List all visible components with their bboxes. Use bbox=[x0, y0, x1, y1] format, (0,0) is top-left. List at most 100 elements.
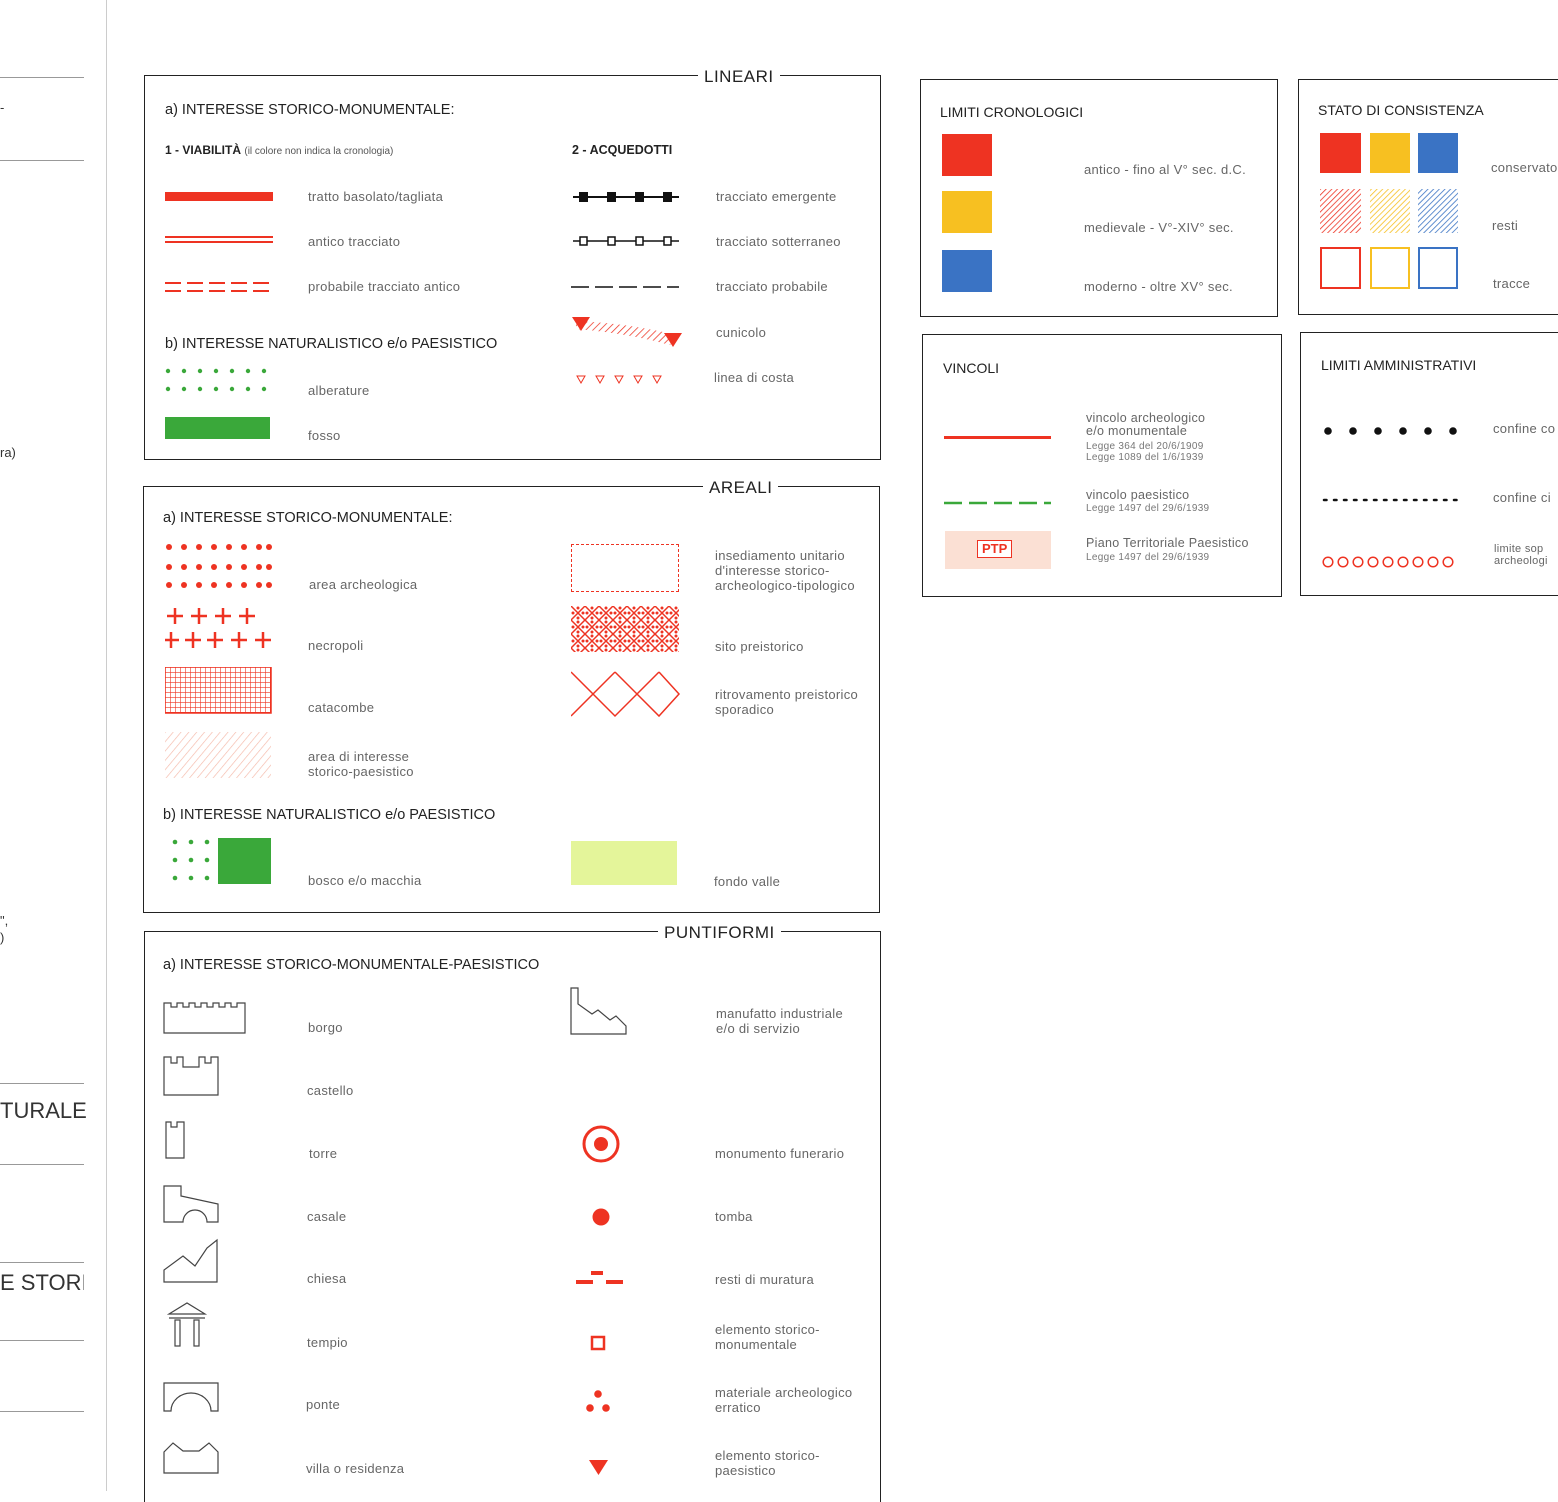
puntiformi-a-heading: a) INTERESSE STORICO-MONUMENTALE-PAESIST… bbox=[163, 957, 540, 973]
left-heading: TURALE bbox=[0, 1098, 87, 1123]
left-divider bbox=[106, 0, 107, 1491]
amministrativi-label: confine co bbox=[1493, 421, 1556, 436]
puntiformi-label: resti di muratura bbox=[715, 1272, 815, 1287]
tomba-icon bbox=[591, 1207, 611, 1227]
lineari-panel bbox=[144, 75, 881, 460]
monumento-funerario-icon bbox=[581, 1124, 621, 1164]
areali-a-heading: a) INTERESSE STORICO-MONUMENTALE: bbox=[163, 510, 453, 526]
ritrovamento-preistorico-symbol bbox=[571, 670, 681, 718]
left-rule bbox=[0, 1411, 84, 1412]
acquedotti-label: linea di costa bbox=[714, 370, 795, 385]
acquedotti-label: cunicolo bbox=[716, 325, 767, 340]
catacombe-symbol bbox=[165, 667, 273, 715]
left-rule bbox=[0, 1340, 84, 1341]
puntiformi-label: chiesa bbox=[307, 1271, 347, 1286]
sito-preistorico-symbol bbox=[571, 606, 681, 654]
acquedotti-label: tracciato emergente bbox=[716, 189, 837, 204]
chiesa-icon bbox=[163, 1238, 223, 1284]
vincolo-sub-label: Legge 1497 del 29/6/1939 bbox=[1086, 552, 1210, 563]
left-fragment: ) bbox=[0, 930, 5, 945]
lineari-b-heading: b) INTERESSE NATURALISTICO e/o PAESISTIC… bbox=[165, 336, 498, 352]
viabilita-label: antico tracciato bbox=[308, 234, 401, 249]
bosco-macchia-symbol bbox=[165, 836, 273, 886]
casale-icon bbox=[163, 1184, 223, 1224]
left-rule bbox=[0, 1083, 84, 1084]
tracce-blue-swatch bbox=[1418, 247, 1458, 289]
tracce-yellow-swatch bbox=[1370, 247, 1410, 289]
tracce-red-swatch bbox=[1320, 247, 1361, 289]
moderno-swatch bbox=[942, 250, 992, 292]
vincoli-title: VINCOLI bbox=[943, 360, 1000, 376]
lineari-title: LINEARI bbox=[698, 67, 780, 87]
acquedotti-label: tracciato sotterraneo bbox=[716, 234, 841, 249]
antico-swatch bbox=[942, 134, 992, 176]
resti-swatches bbox=[1320, 189, 1460, 235]
fondo-valle-symbol bbox=[571, 841, 677, 885]
area-storico-paesistico-symbol bbox=[165, 732, 273, 778]
tracciato-probabile-symbol bbox=[571, 284, 681, 290]
vincolo-main-label: vincolo archeologico e/o monumentale bbox=[1086, 411, 1206, 438]
tracciato-sotterraneo-symbol bbox=[573, 234, 683, 248]
puntiformi-label: casale bbox=[307, 1209, 347, 1224]
conservato-blue-swatch bbox=[1418, 133, 1458, 173]
areali-title: AREALI bbox=[703, 478, 779, 498]
ptp-swatch: PTP bbox=[945, 531, 1051, 569]
vincolo-archeologico-line bbox=[944, 436, 1051, 439]
puntiformi-label: manufatto industriale e/o di servizio bbox=[716, 1006, 843, 1036]
stato-consistenza-title: STATO DI CONSISTENZA bbox=[1318, 102, 1484, 118]
materiale-archeologico-icon bbox=[585, 1389, 613, 1415]
ponte-icon bbox=[163, 1381, 221, 1413]
puntiformi-label: elemento storico- paesistico bbox=[715, 1448, 820, 1478]
areali-label: bosco e/o macchia bbox=[308, 873, 422, 888]
viabilita-label: tratto basolato/tagliata bbox=[308, 189, 444, 204]
puntiformi-title: PUNTIFORMI bbox=[658, 923, 781, 943]
areali-label: area di interesse storico-paesistico bbox=[308, 749, 414, 779]
conservato-yellow-swatch bbox=[1370, 133, 1410, 173]
cunicolo-symbol bbox=[572, 315, 684, 347]
cronologico-label: medievale - V°-XIV° sec. bbox=[1084, 220, 1234, 235]
borgo-icon bbox=[163, 999, 249, 1035]
elemento-storico-monumentale-icon bbox=[590, 1335, 608, 1353]
puntiformi-label: tomba bbox=[715, 1209, 753, 1224]
areali-label: ritrovamento preistorico sporadico bbox=[715, 687, 859, 717]
left-rule bbox=[0, 1262, 84, 1263]
cronologico-label: antico - fino al V° sec. d.C. bbox=[1084, 162, 1247, 177]
limite-soprintendenza-symbol bbox=[1321, 555, 1461, 569]
acquedotti-label: tracciato probabile bbox=[716, 279, 828, 294]
areali-label: fondo valle bbox=[714, 874, 781, 889]
left-rule bbox=[0, 1164, 84, 1165]
puntiformi-label: villa o residenza bbox=[306, 1461, 405, 1476]
cronologico-label: moderno - oltre XV° sec. bbox=[1084, 279, 1233, 294]
left-rule bbox=[0, 77, 84, 78]
puntiformi-label: materiale archeologico erratico bbox=[715, 1385, 853, 1415]
naturalistico-label: alberature bbox=[308, 383, 370, 398]
limiti-cronologici-title: LIMITI CRONOLOGICI bbox=[940, 104, 1084, 120]
insediamento-unitario-symbol bbox=[571, 544, 679, 592]
left-fragment: ra) bbox=[0, 445, 16, 460]
areali-label: insediamento unitario d'interesse storic… bbox=[715, 548, 855, 593]
vincolo-sub-label: Legge 1497 del 29/6/1939 bbox=[1086, 503, 1210, 514]
left-fragment: ", bbox=[0, 913, 9, 928]
viabilita-heading: 1 - VIABILITÀ (il colore non indica la c… bbox=[165, 143, 394, 157]
torre-icon bbox=[165, 1120, 189, 1160]
conservato-red-swatch bbox=[1320, 133, 1361, 173]
areali-label: sito preistorico bbox=[715, 639, 804, 654]
castello-icon bbox=[163, 1053, 221, 1097]
areali-label: catacombe bbox=[308, 700, 375, 715]
elemento-storico-paesistico-icon bbox=[588, 1458, 610, 1478]
probabile-tracciato-symbol bbox=[165, 281, 275, 293]
areali-label: area archeologica bbox=[309, 577, 418, 592]
stato-label: resti bbox=[1492, 218, 1519, 233]
tempio-icon bbox=[167, 1300, 211, 1350]
linea-di-costa-symbol bbox=[576, 375, 676, 385]
areali-label: necropoli bbox=[308, 638, 364, 653]
stato-label: conservato bbox=[1491, 160, 1558, 175]
alberature-symbol bbox=[165, 367, 275, 395]
area-archeologica-symbol bbox=[165, 543, 275, 591]
resti-muratura-icon bbox=[576, 1267, 626, 1289]
left-fragment: - bbox=[0, 100, 5, 115]
puntiformi-label: castello bbox=[307, 1083, 354, 1098]
manufatto-industriale-icon bbox=[570, 986, 630, 1036]
vincolo-paesistico-line bbox=[944, 501, 1054, 505]
fosso-symbol bbox=[165, 417, 270, 439]
